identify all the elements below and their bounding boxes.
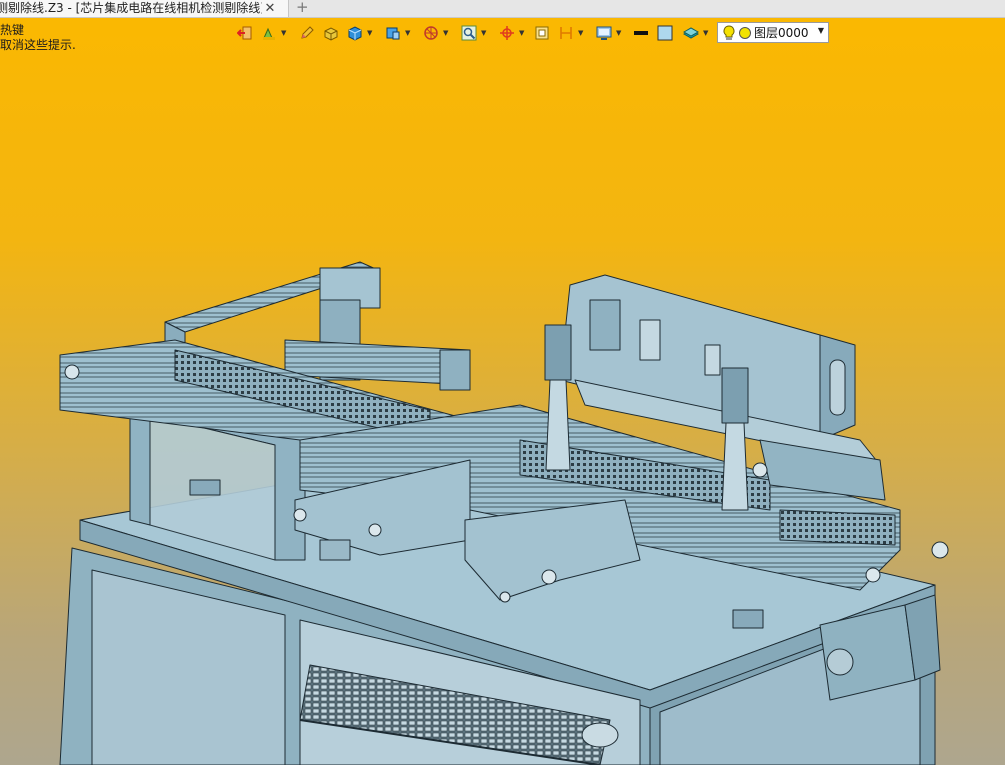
target-icon[interactable] bbox=[498, 24, 516, 42]
chevron-down-icon[interactable]: ▼ bbox=[405, 30, 410, 37]
camera-right bbox=[721, 367, 749, 424]
box-view-icon[interactable] bbox=[384, 24, 402, 42]
layer-name: 图层0000 bbox=[754, 26, 809, 40]
chevron-down-icon[interactable]: ▼ bbox=[616, 30, 621, 37]
hint-title: 热键 bbox=[0, 23, 25, 37]
dimension-icon[interactable] bbox=[557, 24, 575, 42]
document-tab[interactable]: 测剔除线.Z3 - [芯片集成电路在线相机检测剔除线] ✕ bbox=[0, 0, 289, 17]
shaded-icon[interactable] bbox=[322, 24, 340, 42]
chevron-down-icon[interactable]: ▼ bbox=[519, 30, 524, 37]
document-tab-title: 测剔除线.Z3 - [芯片集成电路在线相机检测剔除线] bbox=[0, 1, 262, 15]
display-icon[interactable] bbox=[595, 24, 613, 42]
bulb-icon[interactable] bbox=[722, 24, 736, 41]
machine-model bbox=[59, 261, 949, 765]
layer-color-dot-icon[interactable] bbox=[738, 26, 752, 40]
chevron-down-icon[interactable]: ▼ bbox=[818, 26, 824, 35]
document-tab-bar: 测剔除线.Z3 - [芯片集成电路在线相机检测剔除线] ✕ + bbox=[0, 0, 1005, 18]
render-icon[interactable] bbox=[422, 24, 440, 42]
mouse bbox=[581, 722, 619, 748]
exit-icon[interactable] bbox=[236, 24, 254, 42]
cube-icon[interactable] bbox=[346, 24, 364, 42]
zoom-icon[interactable] bbox=[460, 24, 478, 42]
new-tab-icon[interactable]: + bbox=[296, 0, 309, 16]
chevron-down-icon[interactable]: ▼ bbox=[367, 30, 372, 37]
3d-viewport[interactable] bbox=[0, 50, 1005, 765]
paint-icon[interactable] bbox=[260, 24, 278, 42]
chevron-down-icon[interactable]: ▼ bbox=[578, 30, 583, 37]
layer-icon[interactable] bbox=[682, 24, 700, 42]
fill-color-swatch[interactable] bbox=[656, 24, 674, 42]
camera-left bbox=[544, 324, 572, 381]
line-color-swatch[interactable] bbox=[632, 24, 650, 42]
pencil-icon[interactable] bbox=[298, 24, 316, 42]
chevron-down-icon[interactable]: ▼ bbox=[281, 30, 286, 37]
close-tab-icon[interactable]: ✕ bbox=[262, 0, 278, 17]
chevron-down-icon[interactable]: ▼ bbox=[703, 30, 708, 37]
frame-icon[interactable] bbox=[533, 24, 551, 42]
layer-select[interactable]: 图层0000 ▼ bbox=[717, 22, 829, 43]
chevron-down-icon[interactable]: ▼ bbox=[443, 30, 448, 37]
hotkey-hint: 热键 取消这些提示. bbox=[0, 23, 76, 53]
chevron-down-icon[interactable]: ▼ bbox=[481, 30, 486, 37]
